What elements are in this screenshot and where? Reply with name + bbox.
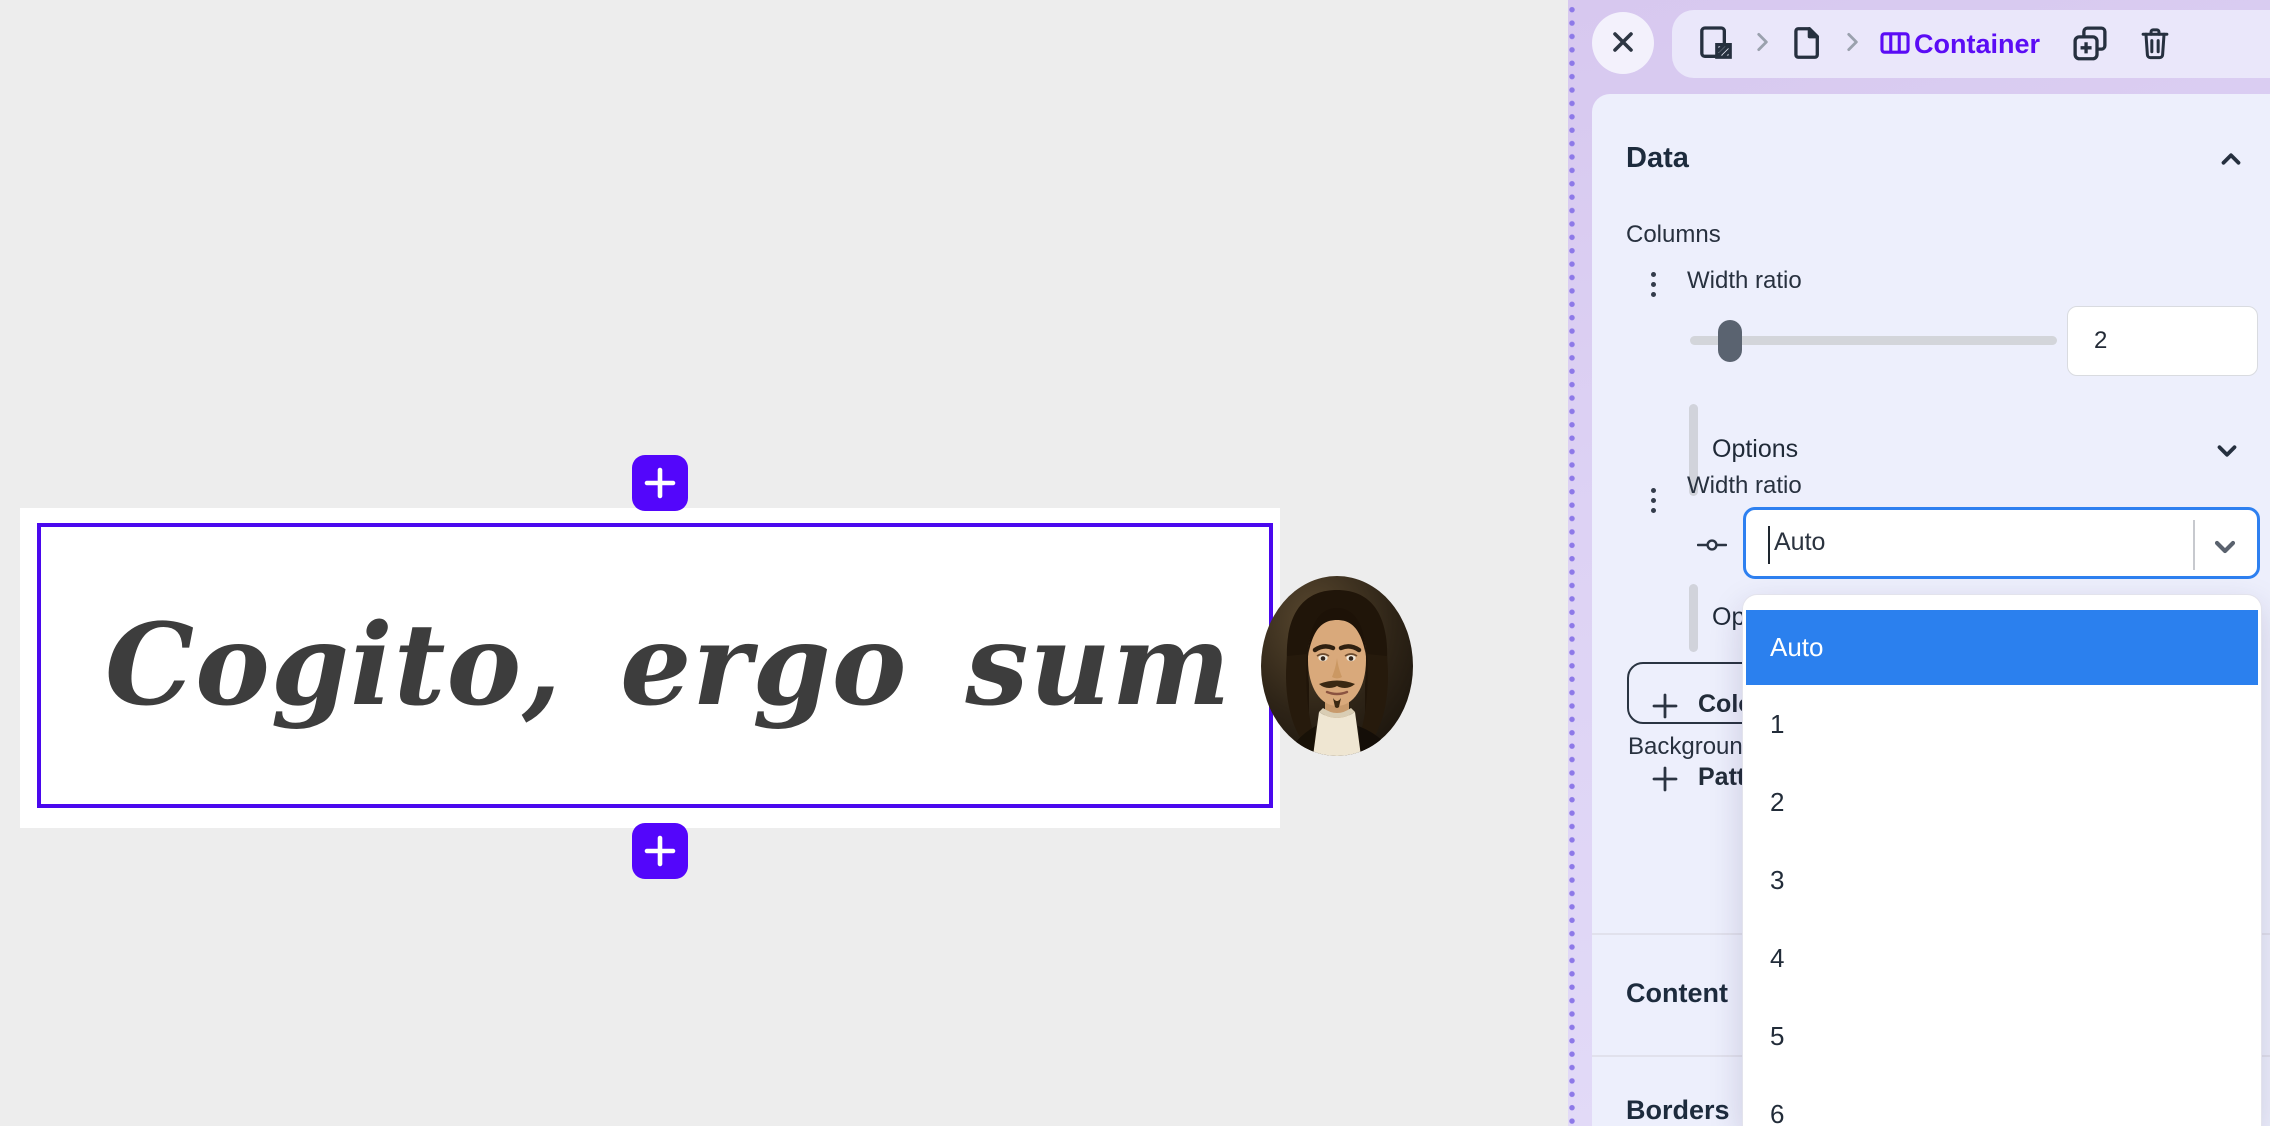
dropdown-option-3[interactable]: 3 [1743,841,2261,919]
text-caret [1768,526,1770,564]
selected-container-element[interactable]: Cogito, ergo sum [37,523,1273,808]
breadcrumb-current-label: Container [1914,29,2040,60]
combobox-divider [2193,520,2195,570]
indent-line [1689,584,1698,652]
duplicate-plus-icon [2069,22,2111,67]
editor-canvas[interactable]: Cogito, ergo sum [0,0,1568,1126]
page-icon [1788,24,1826,65]
plus-icon [643,466,677,500]
dropdown-option-1[interactable]: 1 [1743,685,2261,763]
options-toggle-label[interactable]: Options [1712,435,1798,464]
inspector-panel: Container Data Columns Width ratio Optio… [1568,0,2270,1126]
columns-label: Columns [1626,221,1721,249]
dropdown-option-5[interactable]: 5 [1743,997,2261,1075]
width-ratio-combobox[interactable]: Auto [1743,507,2260,579]
content-section-header[interactable]: Content [1626,978,1728,1009]
chevron-right-icon [1839,29,1865,60]
x-close-icon [1608,27,1638,60]
background-label: Background [1628,733,1756,761]
plus-icon [1651,692,1679,725]
dropdown-option-4[interactable]: 4 [1743,919,2261,997]
breadcrumb-container[interactable]: Container [1878,26,2040,63]
width-ratio-label: Width ratio [1687,267,1802,295]
descartes-portrait[interactable] [1261,576,1413,756]
breadcrumb-page[interactable] [1788,24,1826,65]
breadcrumb-artboard[interactable] [1696,23,1736,66]
duplicate-element-button[interactable] [2069,22,2111,67]
plus-icon [1651,765,1679,798]
plus-icon [643,834,677,868]
width-ratio-dropdown: Auto 1 2 3 4 5 6 [1743,595,2261,1126]
width-ratio-slider-thumb[interactable] [1718,320,1742,362]
borders-section-header[interactable]: Borders [1626,1095,1730,1126]
trash-icon [2136,24,2174,65]
width-ratio-slider[interactable] [1690,336,2057,345]
width-ratio-label: Width ratio [1687,472,1802,500]
chevron-up-icon [2216,144,2246,177]
chevron-right-icon [1749,29,1775,60]
data-collapse-button[interactable] [2216,144,2246,177]
columns-icon [1878,26,1912,63]
drag-handle[interactable] [1644,488,1662,513]
dropdown-option-2[interactable]: 2 [1743,763,2261,841]
artboard-icon [1696,23,1736,66]
delete-element-button[interactable] [2136,24,2174,65]
slider-control-icon [1697,538,1727,557]
chevron-down-icon[interactable] [2209,531,2241,568]
options-expand-button[interactable] [2212,436,2242,469]
chevron-down-icon [2212,436,2242,469]
close-inspector-button[interactable] [1592,12,1654,74]
add-section-below-button[interactable] [632,823,688,879]
quote-text[interactable]: Cogito, ergo sum [105,600,1231,731]
drag-handle[interactable] [1644,272,1662,297]
panel-resize-handle[interactable] [1568,0,1576,1126]
dropdown-option-auto[interactable]: Auto [1746,610,2258,685]
width-ratio-value-input[interactable] [2067,306,2258,376]
dropdown-option-6[interactable]: 6 [1743,1075,2261,1126]
add-section-above-button[interactable] [632,455,688,511]
combobox-value: Auto [1774,528,1825,557]
data-section-title: Data [1626,142,1689,175]
breadcrumb: Container [1672,10,2270,78]
